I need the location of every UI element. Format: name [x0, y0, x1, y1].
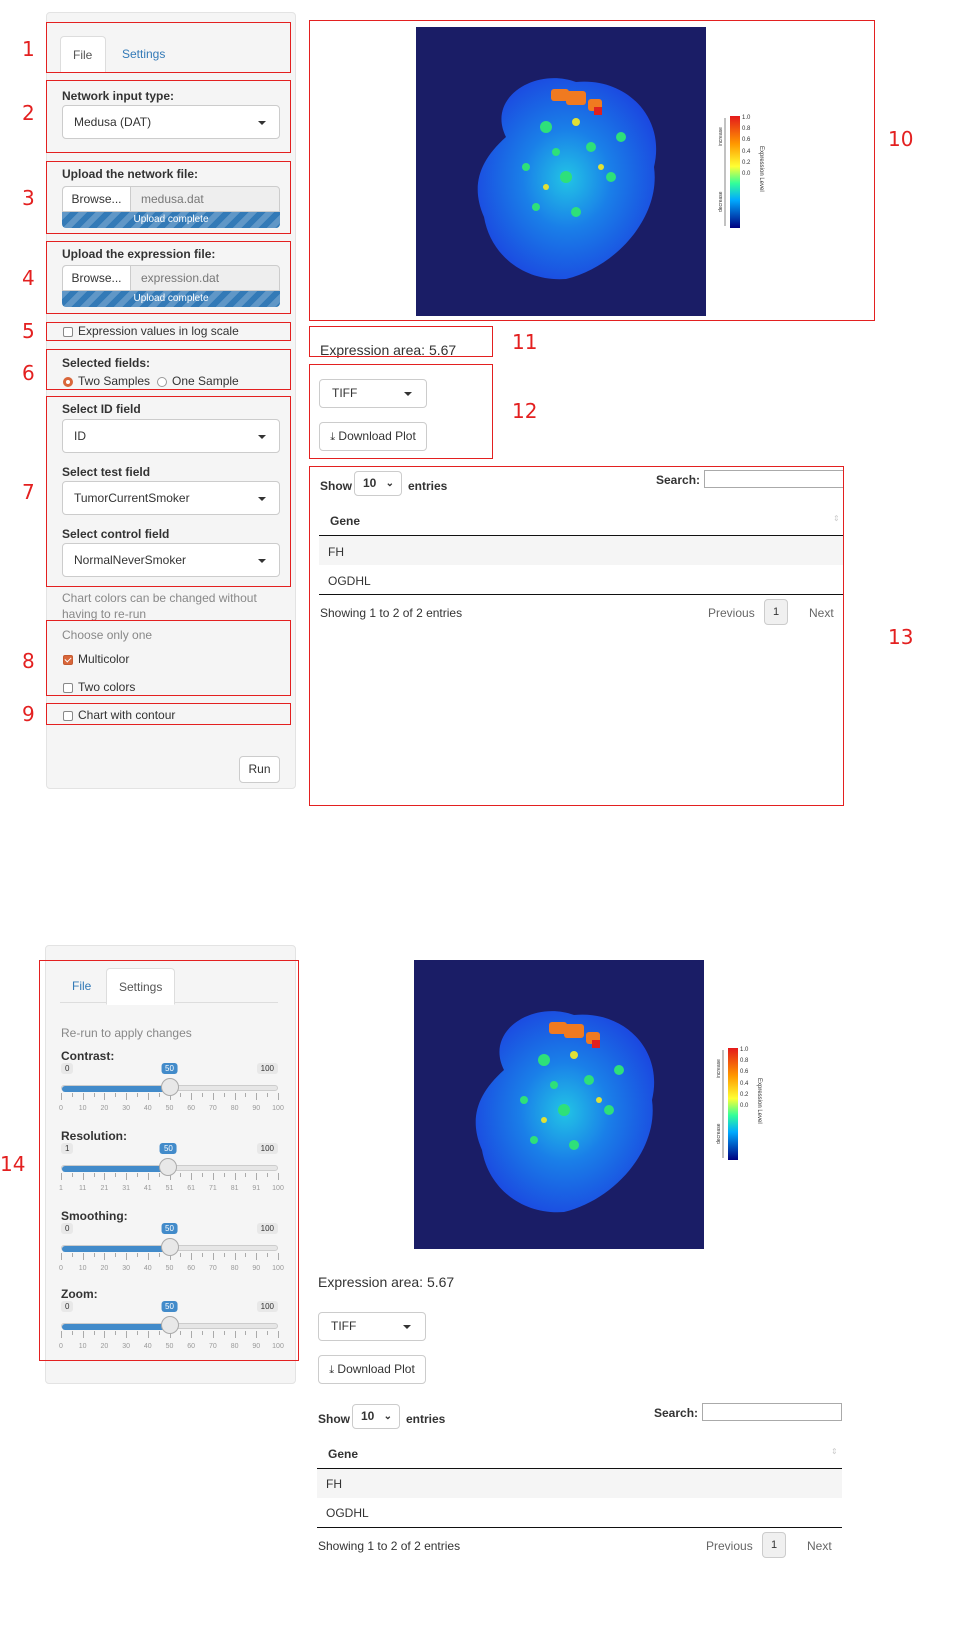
format-select[interactable]: TIFF: [318, 1312, 426, 1341]
show-label: Show: [318, 1412, 350, 1426]
search-input[interactable]: [702, 1403, 842, 1421]
table-footer-divider: [317, 1527, 842, 1528]
colorbar-tick: 0.6: [740, 1069, 749, 1076]
annotation-box-12: [309, 364, 493, 459]
annotation-box-4: [46, 241, 291, 314]
table-cell-gene: OGDHL: [326, 1506, 369, 1520]
colorbar-title: Expression Level: [756, 1078, 762, 1124]
annotation-box-14: [39, 960, 299, 1361]
chevron-down-icon: [403, 1325, 411, 1329]
table-cell-gene: FH: [326, 1477, 342, 1491]
table-info: Showing 1 to 2 of 2 entries: [318, 1539, 461, 1553]
annotation-box-10: [309, 20, 875, 321]
sort-icon: ⇕: [831, 1447, 838, 1456]
annotation-box-13: [309, 466, 844, 806]
annotation-number: 12: [512, 399, 538, 423]
expression-heatmap-image: [475, 1011, 655, 1213]
download-plot-button[interactable]: ⤓ Download Plot: [318, 1355, 426, 1384]
annotation-box-11: [309, 326, 493, 357]
annotation-box-1: [46, 22, 291, 73]
colorbar-increase: increase: [716, 1059, 722, 1078]
colorbar-tick: 0.8: [740, 1058, 749, 1065]
download-icon: ⤓: [329, 1364, 335, 1376]
colorbar-tick: 1.0: [740, 1047, 749, 1053]
colorbar-tick: 0.4: [740, 1080, 749, 1087]
colorbar-tick: 0.0: [740, 1103, 749, 1110]
entries-select[interactable]: 10 ⌄: [352, 1404, 400, 1429]
expression-area-text: Expression area: 5.67: [318, 1274, 455, 1290]
search-label: Search:: [654, 1406, 699, 1420]
annotation-number: 5: [22, 319, 35, 343]
annotation-box-7: [46, 396, 291, 587]
annotation-number: 14: [0, 1152, 26, 1176]
column-header-gene[interactable]: Gene: [328, 1447, 358, 1461]
annotation-box-8: [46, 620, 291, 696]
annotation-number: 3: [22, 186, 35, 210]
annotation-number: 2: [22, 101, 35, 125]
entries-select-value: 10: [361, 1409, 375, 1423]
annotation-number: 6: [22, 361, 35, 385]
annotation-number: 10: [888, 127, 914, 151]
table-row: [317, 1469, 842, 1498]
annotation-number: 13: [888, 625, 914, 649]
colorbar-tick-list-bottom: 1.0 0.8 0.6 0.4 0.2 0.0: [740, 1045, 748, 1112]
annotation-number: 4: [22, 266, 35, 290]
run-button[interactable]: Run: [239, 756, 280, 783]
expression-plot: [414, 960, 704, 1249]
colorbar-tick: 0.2: [740, 1091, 749, 1098]
color-note: Chart colors can be changed without havi…: [62, 591, 257, 621]
annotation-number: 9: [22, 702, 35, 726]
annotation-box-9: [46, 703, 291, 725]
pagination-previous[interactable]: Previous: [706, 1539, 753, 1553]
annotation-number: 1: [22, 37, 35, 61]
annotation-box-2: [46, 80, 291, 153]
format-select-value: TIFF: [331, 1319, 357, 1333]
annotation-box-3: [46, 161, 291, 234]
chevron-down-icon: ⌄: [383, 1411, 392, 1422]
annotation-number: 7: [22, 480, 35, 504]
colorbar-decrease: decrease: [716, 1123, 722, 1144]
entries-label: entries: [406, 1412, 446, 1426]
annotation-number: 8: [22, 649, 35, 673]
annotation-number: 11: [512, 330, 538, 354]
annotation-box-5: [46, 322, 291, 341]
download-plot-label: Download Plot: [337, 1362, 415, 1376]
annotation-box-6: [46, 349, 291, 390]
pagination-page[interactable]: 1: [762, 1532, 786, 1558]
pagination-next[interactable]: Next: [807, 1539, 832, 1553]
